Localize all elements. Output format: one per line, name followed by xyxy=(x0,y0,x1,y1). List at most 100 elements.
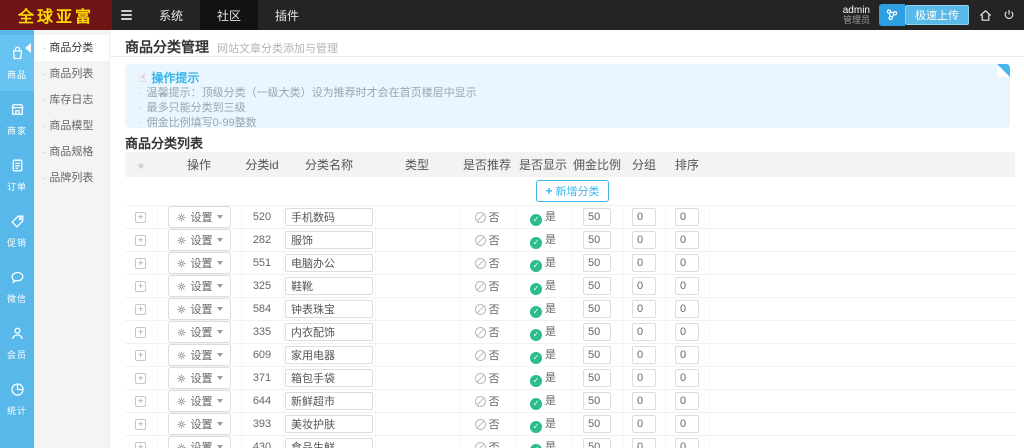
commission-input[interactable] xyxy=(583,438,611,448)
check-circle-icon[interactable]: ✓ xyxy=(530,237,542,249)
sort-input[interactable] xyxy=(675,300,699,318)
add-category-button[interactable]: + 新增分类 xyxy=(536,180,609,202)
check-circle-icon[interactable]: ✓ xyxy=(530,421,542,433)
category-name-input[interactable] xyxy=(285,277,373,295)
expand-icon[interactable]: + xyxy=(135,442,147,448)
category-name-input[interactable] xyxy=(285,392,373,410)
group-input[interactable] xyxy=(632,346,656,364)
settings-button[interactable]: 设置 xyxy=(167,390,231,412)
slash-circle-icon[interactable] xyxy=(474,212,486,223)
group-input[interactable] xyxy=(632,208,656,226)
check-circle-icon[interactable]: ✓ xyxy=(530,214,542,226)
power-icon[interactable] xyxy=(1002,8,1016,22)
sort-input[interactable] xyxy=(675,392,699,410)
expand-icon[interactable]: + xyxy=(135,235,147,246)
slash-circle-icon[interactable] xyxy=(474,258,486,269)
slash-circle-icon[interactable] xyxy=(474,327,486,338)
slash-circle-icon[interactable] xyxy=(474,419,486,430)
sidebar-item-5[interactable]: 会员 xyxy=(0,315,34,371)
commission-input[interactable] xyxy=(583,323,611,341)
sidebar-item-4[interactable]: 微信 xyxy=(0,259,34,315)
sort-input[interactable] xyxy=(675,277,699,295)
group-input[interactable] xyxy=(632,277,656,295)
slash-circle-icon[interactable] xyxy=(474,442,486,448)
category-name-input[interactable] xyxy=(285,438,373,448)
category-name-input[interactable] xyxy=(285,323,373,341)
sort-input[interactable] xyxy=(675,254,699,272)
submenu-item-1[interactable]: · 商品列表 xyxy=(34,61,109,87)
group-input[interactable] xyxy=(632,369,656,387)
expand-icon[interactable]: + xyxy=(135,212,147,223)
group-input[interactable] xyxy=(632,323,656,341)
expand-icon[interactable]: + xyxy=(135,373,147,384)
group-input[interactable] xyxy=(632,300,656,318)
sort-input[interactable] xyxy=(675,346,699,364)
commission-input[interactable] xyxy=(583,277,611,295)
settings-button[interactable]: 设置 xyxy=(167,344,231,366)
expand-icon[interactable]: + xyxy=(135,327,147,338)
check-circle-icon[interactable]: ✓ xyxy=(530,260,542,272)
settings-button[interactable]: 设置 xyxy=(167,275,231,297)
home-icon[interactable] xyxy=(978,8,993,23)
sort-input[interactable] xyxy=(675,369,699,387)
expand-icon[interactable]: + xyxy=(135,350,147,361)
commission-input[interactable] xyxy=(583,208,611,226)
settings-button[interactable]: 设置 xyxy=(167,206,231,228)
category-name-input[interactable] xyxy=(285,254,373,272)
commission-input[interactable] xyxy=(583,300,611,318)
expand-icon[interactable]: + xyxy=(135,258,147,269)
settings-button[interactable]: 设置 xyxy=(167,367,231,389)
settings-button[interactable]: 设置 xyxy=(167,436,231,448)
sort-input[interactable] xyxy=(675,323,699,341)
check-circle-icon[interactable]: ✓ xyxy=(530,352,542,364)
expand-icon[interactable]: + xyxy=(135,304,147,315)
sort-input[interactable] xyxy=(675,231,699,249)
group-input[interactable] xyxy=(632,254,656,272)
nav-item-0[interactable]: 系统 xyxy=(142,0,200,30)
submenu-item-3[interactable]: · 商品模型 xyxy=(34,113,109,139)
sidebar-item-3[interactable]: 促销 xyxy=(0,203,34,259)
commission-input[interactable] xyxy=(583,231,611,249)
submenu-item-2[interactable]: · 库存日志 xyxy=(34,87,109,113)
sort-input[interactable] xyxy=(675,438,699,448)
nav-item-1[interactable]: 社区 xyxy=(200,0,259,30)
commission-input[interactable] xyxy=(583,415,611,433)
submenu-item-5[interactable]: · 品牌列表 xyxy=(34,165,109,191)
group-input[interactable] xyxy=(632,231,656,249)
nav-item-2[interactable]: 插件 xyxy=(258,0,316,30)
settings-button[interactable]: 设置 xyxy=(167,229,231,251)
menu-toggle-icon[interactable] xyxy=(121,10,132,20)
check-circle-icon[interactable]: ✓ xyxy=(530,375,542,387)
settings-button[interactable]: 设置 xyxy=(167,298,231,320)
commission-input[interactable] xyxy=(583,254,611,272)
group-input[interactable] xyxy=(632,438,656,448)
sort-input[interactable] xyxy=(675,208,699,226)
sidebar-item-2[interactable]: 订单 xyxy=(0,147,34,203)
submenu-item-4[interactable]: · 商品规格 xyxy=(34,139,109,165)
sort-input[interactable] xyxy=(675,415,699,433)
settings-button[interactable]: 设置 xyxy=(167,252,231,274)
category-name-input[interactable] xyxy=(285,300,373,318)
check-circle-icon[interactable]: ✓ xyxy=(530,283,542,295)
slash-circle-icon[interactable] xyxy=(474,396,486,407)
slash-circle-icon[interactable] xyxy=(474,235,486,246)
check-circle-icon[interactable]: ✓ xyxy=(530,444,542,448)
category-name-input[interactable] xyxy=(285,415,373,433)
expand-icon[interactable]: + xyxy=(135,419,147,430)
sidebar-item-6[interactable]: 统计 xyxy=(0,371,34,427)
submenu-item-0[interactable]: · 商品分类 xyxy=(25,35,109,61)
expand-icon[interactable]: + xyxy=(135,281,147,292)
slash-circle-icon[interactable] xyxy=(474,373,486,384)
check-circle-icon[interactable]: ✓ xyxy=(530,398,542,410)
slash-circle-icon[interactable] xyxy=(474,281,486,292)
slash-circle-icon[interactable] xyxy=(474,350,486,361)
settings-button[interactable]: 设置 xyxy=(167,321,231,343)
check-circle-icon[interactable]: ✓ xyxy=(530,306,542,318)
share-icon[interactable] xyxy=(879,4,905,26)
check-circle-icon[interactable]: ✓ xyxy=(530,329,542,341)
commission-input[interactable] xyxy=(583,369,611,387)
settings-button[interactable]: 设置 xyxy=(167,413,231,435)
commission-input[interactable] xyxy=(583,346,611,364)
group-input[interactable] xyxy=(632,392,656,410)
sidebar-item-1[interactable]: 商家 xyxy=(0,91,34,147)
